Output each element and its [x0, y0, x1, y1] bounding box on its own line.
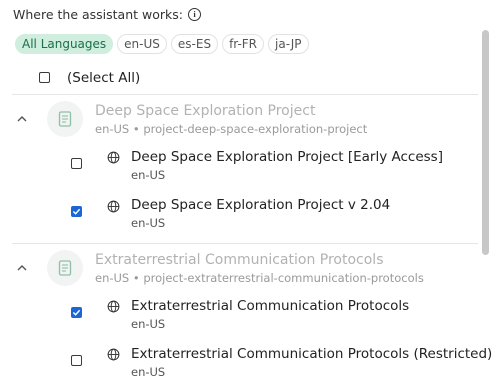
- document-icon: [47, 250, 83, 286]
- language-filter-bar: All Languages en-US es-ES fr-FR ja-JP: [15, 34, 309, 54]
- item-locale: en-US: [131, 216, 166, 230]
- chip-fr-fr[interactable]: fr-FR: [222, 34, 265, 54]
- globe-icon: [107, 151, 120, 164]
- globe-icon: [107, 300, 120, 313]
- group-title: Deep Space Exploration Project: [95, 103, 316, 119]
- chip-ja-jp[interactable]: ja-JP: [268, 34, 309, 54]
- item-checkbox[interactable]: [71, 206, 82, 217]
- chip-all-languages[interactable]: All Languages: [15, 34, 114, 54]
- item-checkbox[interactable]: [71, 307, 82, 318]
- item-title: Extraterrestrial Communication Protocols: [131, 298, 410, 314]
- info-icon[interactable]: i: [188, 8, 201, 21]
- globe-icon: [107, 348, 120, 361]
- chip-en-us[interactable]: en-US: [117, 34, 167, 54]
- heading-label: Where the assistant works:: [13, 7, 183, 22]
- item-locale: en-US: [131, 168, 166, 182]
- group-title: Extraterrestrial Communication Protocols: [95, 252, 384, 268]
- item-title: Extraterrestrial Communication Protocols…: [131, 346, 493, 362]
- item-checkbox[interactable]: [71, 158, 82, 169]
- divider: [12, 94, 478, 95]
- item-checkbox[interactable]: [71, 355, 82, 366]
- document-icon: [47, 101, 83, 137]
- item-locale: en-US: [131, 317, 166, 331]
- group-subtitle: en-US • project-extraterrestrial-communi…: [95, 271, 424, 285]
- select-all-label: (Select All): [67, 70, 141, 86]
- item-title: Deep Space Exploration Project [Early Ac…: [131, 149, 443, 165]
- chevron-up-icon[interactable]: [16, 113, 28, 125]
- select-all-checkbox[interactable]: [39, 72, 50, 83]
- divider: [12, 243, 478, 244]
- item-title: Deep Space Exploration Project v 2.04: [131, 197, 391, 213]
- heading: Where the assistant works: i: [13, 7, 201, 22]
- item-locale: en-US: [131, 365, 166, 379]
- scrollbar-thumb[interactable]: [482, 30, 489, 255]
- group-subtitle: en-US • project-deep-space-exploration-p…: [95, 122, 368, 136]
- globe-icon: [107, 200, 120, 213]
- chip-es-es[interactable]: es-ES: [170, 34, 219, 54]
- chevron-up-icon[interactable]: [16, 262, 28, 274]
